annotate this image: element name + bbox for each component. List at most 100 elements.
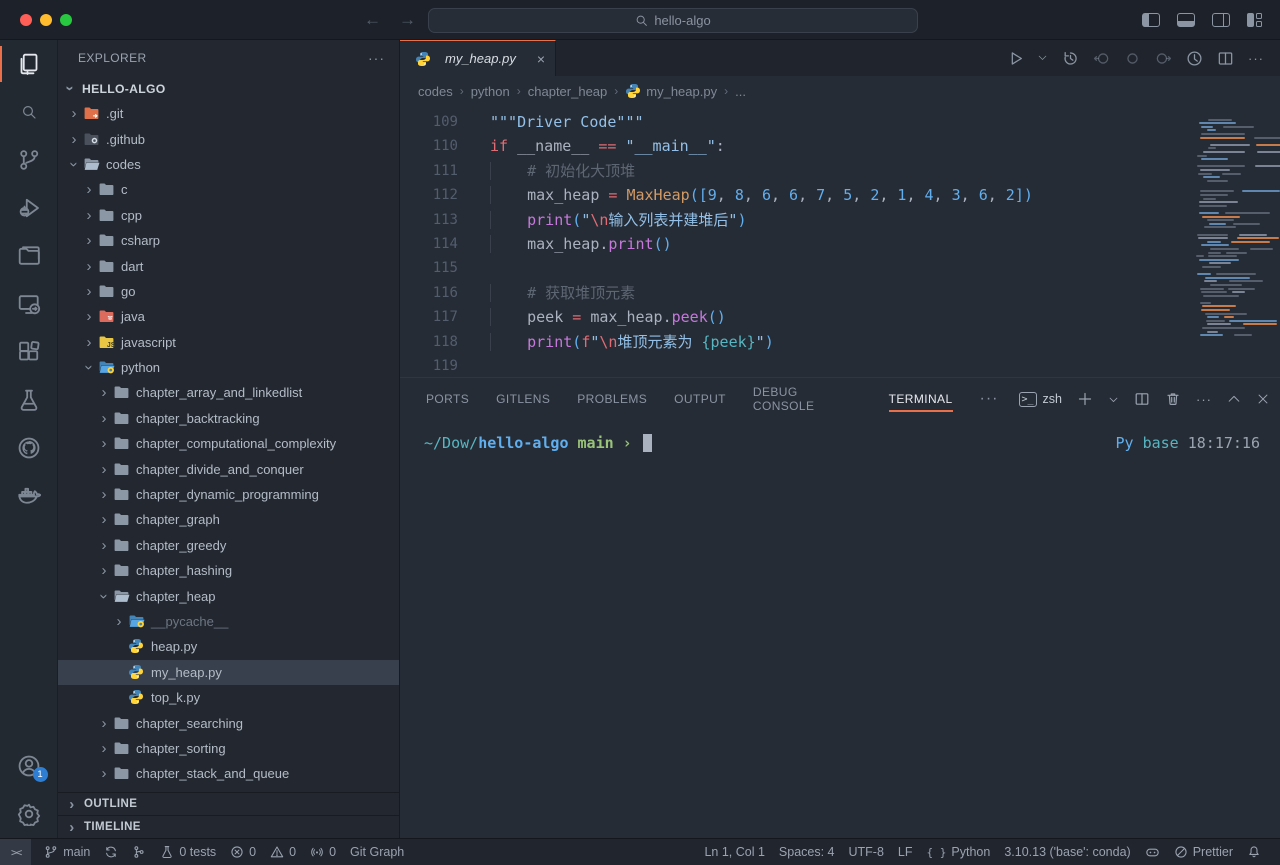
status-0[interactable]: 0 xyxy=(263,839,303,865)
tree-item-heap-py[interactable]: ›heap.py xyxy=(58,634,399,659)
nav-forward-icon[interactable]: → xyxy=(399,10,416,30)
status-utf-8[interactable]: UTF-8 xyxy=(842,839,891,865)
minimize-window-icon[interactable] xyxy=(40,14,52,26)
tree-item-python[interactable]: ›python xyxy=(58,355,399,380)
run-dropdown-icon[interactable] xyxy=(1038,53,1048,63)
tree-item-chapter-searching[interactable]: ›chapter_searching xyxy=(58,710,399,735)
panel-tabs-more-icon[interactable]: ··· xyxy=(980,390,999,408)
code-editor[interactable]: 109"""Driver Code"""110if __name__ == "_… xyxy=(400,106,1280,377)
extensions-icon[interactable] xyxy=(0,328,58,376)
close-panel-icon[interactable] xyxy=(1256,392,1270,406)
status-main[interactable]: main xyxy=(37,839,97,865)
tree-item-chapter-hashing[interactable]: ›chapter_hashing xyxy=(58,558,399,583)
toggle-sidebar-icon[interactable] xyxy=(1142,13,1160,27)
code-line-113[interactable]: 113 print("\n输入列表并建堆后") xyxy=(400,208,1280,232)
folder-library-icon[interactable] xyxy=(0,232,58,280)
terminal[interactable]: ~/Dow/hello-algo main › Py base 18:17:16 xyxy=(400,420,1280,838)
tree-item-chapter-backtracking[interactable]: ›chapter_backtracking xyxy=(58,406,399,431)
new-terminal-icon[interactable] xyxy=(1077,391,1093,407)
tree-item--github[interactable]: ›.github xyxy=(58,126,399,151)
panel-tab-gitlens[interactable]: GITLENS xyxy=(496,378,550,420)
prev-change-icon[interactable] xyxy=(1093,50,1110,67)
remote-indicator[interactable]: >< xyxy=(0,839,31,865)
accounts-icon[interactable]: 1 xyxy=(0,742,58,790)
tree-item-chapter-heap[interactable]: ›chapter_heap xyxy=(58,583,399,608)
code-line-112[interactable]: 112 max_heap = MaxHeap([9, 8, 6, 6, 7, 5… xyxy=(400,183,1280,207)
tree-item-top-k-py[interactable]: ›top_k.py xyxy=(58,685,399,710)
run-debug-icon[interactable] xyxy=(0,184,58,232)
breadcrumb-item-python[interactable]: python xyxy=(471,84,510,99)
run-below-icon[interactable] xyxy=(1186,50,1203,67)
panel-tab-problems[interactable]: PROBLEMS xyxy=(577,378,647,420)
tree-item-dart[interactable]: ›dart xyxy=(58,253,399,278)
customize-layout-icon[interactable] xyxy=(1247,13,1266,27)
tree-item-chapter-stack-and-queue[interactable]: ›chapter_stack_and_queue xyxy=(58,761,399,786)
split-terminal-icon[interactable] xyxy=(1134,391,1150,407)
tree-item-java[interactable]: ›java xyxy=(58,304,399,329)
next-change-icon[interactable] xyxy=(1155,50,1172,67)
tree-item--pycache-[interactable]: ›__pycache__ xyxy=(58,609,399,634)
run-icon[interactable] xyxy=(1007,50,1024,67)
status-3-10-13-base-conda[interactable]: 3.10.13 ('base': conda) xyxy=(997,839,1137,865)
close-tab-icon[interactable]: × xyxy=(537,51,545,67)
tree-item-chapter-dynamic-programming[interactable]: ›chapter_dynamic_programming xyxy=(58,482,399,507)
status-spaces-4[interactable]: Spaces: 4 xyxy=(772,839,842,865)
code-line-117[interactable]: 117 peek = max_heap.peek() xyxy=(400,305,1280,329)
code-line-118[interactable]: 118 print(f"\n堆顶元素为 {peek}") xyxy=(400,330,1280,354)
nav-back-icon[interactable]: ← xyxy=(364,10,381,30)
explorer-icon[interactable] xyxy=(0,40,58,88)
code-line-115[interactable]: 115 xyxy=(400,256,1280,280)
tree-item-chapter-array-and-linkedlist[interactable]: ›chapter_array_and_linkedlist xyxy=(58,380,399,405)
docker-icon[interactable] xyxy=(0,472,58,520)
testing-icon[interactable] xyxy=(0,376,58,424)
status-bell-icon[interactable] xyxy=(1240,839,1268,865)
tree-item-chapter-greedy[interactable]: ›chapter_greedy xyxy=(58,533,399,558)
terminal-instance-zsh[interactable]: >_zsh xyxy=(1019,392,1063,407)
tree-item-javascript[interactable]: ›JSjavascript xyxy=(58,330,399,355)
code-line-109[interactable]: 109"""Driver Code""" xyxy=(400,110,1280,134)
outline-section[interactable]: › OUTLINE xyxy=(58,792,399,815)
status-python[interactable]: { }Python xyxy=(920,839,998,865)
kill-terminal-icon[interactable] xyxy=(1165,391,1181,407)
tree-item-c[interactable]: ›c xyxy=(58,177,399,202)
status-0-tests[interactable]: 0 tests xyxy=(153,839,223,865)
terminal-dropdown-icon[interactable] xyxy=(1108,394,1119,405)
timeline-icon[interactable] xyxy=(1062,50,1079,67)
status-git-graph[interactable]: Git Graph xyxy=(343,839,411,865)
panel-tab-terminal[interactable]: TERMINAL xyxy=(889,378,953,420)
tree-item--git[interactable]: ›.git xyxy=(58,101,399,126)
status-ln-1-col-1[interactable]: Ln 1, Col 1 xyxy=(697,839,771,865)
tree-item-my-heap-py[interactable]: ›my_heap.py xyxy=(58,660,399,685)
panel-tab-ports[interactable]: PORTS xyxy=(426,378,469,420)
source-control-icon[interactable] xyxy=(0,136,58,184)
maximize-panel-icon[interactable] xyxy=(1227,392,1241,406)
zoom-window-icon[interactable] xyxy=(60,14,72,26)
breadcrumb-item-codes[interactable]: codes xyxy=(418,84,453,99)
compare-change-icon[interactable] xyxy=(1124,50,1141,67)
code-line-114[interactable]: 114 max_heap.print() xyxy=(400,232,1280,256)
toggle-secondary-sidebar-icon[interactable] xyxy=(1212,13,1230,27)
minimap[interactable] xyxy=(1194,114,1270,352)
timeline-section[interactable]: › TIMELINE xyxy=(58,815,399,838)
close-window-icon[interactable] xyxy=(20,14,32,26)
more-actions-icon[interactable]: ··· xyxy=(1248,51,1264,66)
tree-item-codes[interactable]: ›codes xyxy=(58,152,399,177)
tree-item-go[interactable]: ›go xyxy=(58,279,399,304)
command-center-search[interactable]: hello-algo xyxy=(428,8,918,33)
breadcrumb-item-chapter-heap[interactable]: chapter_heap xyxy=(528,84,608,99)
status-git-graph-icon[interactable] xyxy=(125,839,153,865)
toggle-panel-icon[interactable] xyxy=(1177,13,1195,27)
code-line-119[interactable]: 119 xyxy=(400,354,1280,377)
remote-explorer-icon[interactable] xyxy=(0,280,58,328)
status-prettier[interactable]: Prettier xyxy=(1167,839,1240,865)
status-0[interactable]: 0 xyxy=(223,839,263,865)
status-lf[interactable]: LF xyxy=(891,839,920,865)
breadcrumb-item-my-heap-py[interactable]: my_heap.py xyxy=(625,83,717,99)
tree-item-chapter-graph[interactable]: ›chapter_graph xyxy=(58,507,399,532)
tree-item-cpp[interactable]: ›cpp xyxy=(58,203,399,228)
more-actions-icon[interactable]: ··· xyxy=(1196,392,1212,407)
tree-item-chapter-computational-complexity[interactable]: ›chapter_computational_complexity xyxy=(58,431,399,456)
code-line-116[interactable]: 116 # 获取堆顶元素 xyxy=(400,281,1280,305)
panel-tab-output[interactable]: OUTPUT xyxy=(674,378,726,420)
split-editor-icon[interactable] xyxy=(1217,50,1234,67)
